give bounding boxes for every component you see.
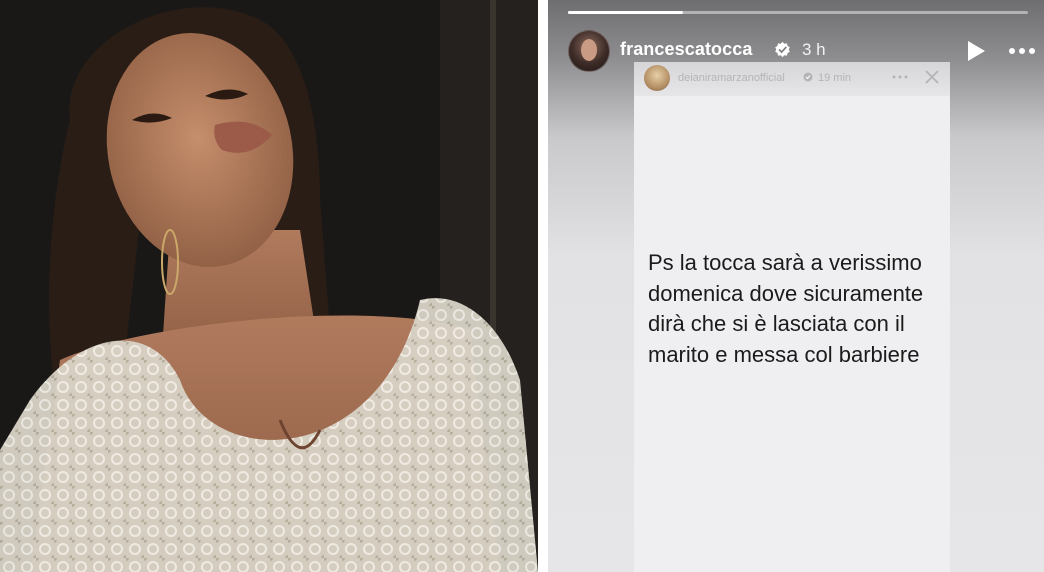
story-time: 3 h	[802, 40, 826, 59]
close-icon	[925, 70, 939, 84]
verified-badge-icon	[775, 41, 790, 58]
story-username[interactable]: francescatocca	[620, 39, 752, 60]
story-progress-bar	[568, 11, 1028, 14]
play-icon[interactable]	[966, 40, 986, 62]
portrait-photo	[0, 0, 538, 572]
story-text: Ps la tocca sarà a verissimo domenica do…	[648, 250, 924, 367]
photo-panel	[0, 0, 538, 572]
shared-avatar	[644, 65, 670, 91]
shared-story-header: deianiramarzanofficial 19 min	[634, 62, 950, 96]
shared-time: 19 min	[818, 72, 852, 84]
story-viewer: francescatocca 3 h deianiramarzanofficia…	[548, 0, 1044, 572]
panel-divider	[538, 0, 548, 572]
shared-verified-icon	[803, 72, 813, 82]
avatar-face	[581, 39, 597, 61]
more-icon[interactable]	[1008, 47, 1036, 55]
avatar[interactable]	[568, 30, 610, 72]
shared-username: deianiramarzanofficial	[678, 72, 785, 84]
shared-more-icon	[892, 75, 908, 79]
story-progress-fill	[568, 11, 683, 14]
